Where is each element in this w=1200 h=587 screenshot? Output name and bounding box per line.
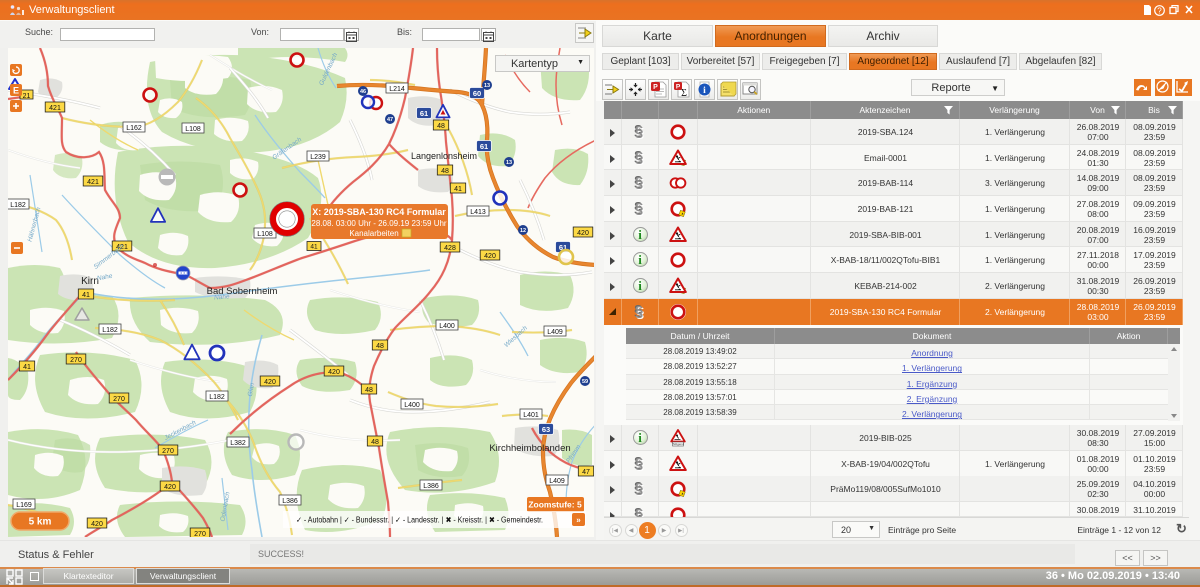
- svg-text:46: 46: [360, 89, 366, 95]
- svg-text:421: 421: [87, 179, 99, 186]
- svg-text:Simmerbach: Simmerbach: [93, 243, 126, 271]
- svg-text:L409: L409: [547, 329, 563, 336]
- svg-text:41: 41: [454, 186, 462, 193]
- svg-text:48: 48: [437, 123, 445, 130]
- svg-text:Tidtgend: Tidtgend: [672, 442, 684, 446]
- svg-text:L239: L239: [310, 154, 326, 161]
- svg-text:61: 61: [480, 142, 488, 151]
- svg-text:Kirchheimbolanden: Kirchheimbolanden: [489, 443, 570, 454]
- svg-text:420: 420: [577, 230, 589, 237]
- svg-text:420: 420: [164, 484, 176, 491]
- svg-text:61: 61: [420, 109, 428, 118]
- svg-text:L169: L169: [16, 502, 32, 509]
- svg-text:L386: L386: [423, 483, 439, 490]
- svg-text:Guldenbach: Guldenbach: [318, 52, 339, 87]
- svg-text:L400: L400: [404, 402, 420, 409]
- svg-text:?: ?: [1157, 7, 1162, 16]
- svg-text:420: 420: [264, 379, 276, 386]
- svg-text:41: 41: [82, 292, 90, 299]
- svg-text:270: 270: [113, 396, 125, 403]
- svg-text:L108: L108: [257, 231, 273, 238]
- svg-text:420: 420: [484, 253, 496, 260]
- svg-text:L401: L401: [523, 412, 539, 419]
- svg-text:47: 47: [582, 469, 590, 476]
- svg-text:Glan: Glan: [247, 382, 256, 397]
- svg-text:Nahe: Nahe: [96, 273, 113, 283]
- svg-text:»: »: [576, 516, 581, 525]
- svg-text:L182: L182: [10, 202, 26, 209]
- svg-text:28.08. 03:00 Uhr - 26.09.19 23: 28.08. 03:00 Uhr - 26.09.19 23:59 Uhr: [311, 219, 447, 228]
- svg-text:Nahe: Nahe: [214, 293, 230, 301]
- svg-text:Zoomstufe: 5: Zoomstufe: 5: [528, 500, 582, 510]
- svg-text:270: 270: [194, 531, 206, 537]
- svg-text:270: 270: [162, 448, 174, 455]
- svg-text:41: 41: [310, 243, 318, 250]
- svg-text:Hähnerbach: Hähnerbach: [27, 206, 43, 242]
- svg-text:5 km: 5 km: [29, 517, 52, 528]
- svg-text:L182: L182: [102, 327, 118, 334]
- svg-text:Gräfenbach: Gräfenbach: [271, 136, 303, 161]
- svg-text:48: 48: [365, 387, 373, 394]
- svg-text:Σ: Σ: [681, 88, 687, 99]
- svg-text:i: i: [703, 86, 706, 96]
- svg-text:L214: L214: [389, 86, 405, 93]
- svg-text:21: 21: [23, 93, 31, 100]
- svg-text:L413: L413: [470, 209, 486, 216]
- svg-text:L386: L386: [282, 498, 298, 505]
- svg-text:Langenlonsheim: Langenlonsheim: [411, 151, 477, 161]
- svg-text:48: 48: [441, 168, 449, 175]
- svg-text:L182: L182: [209, 394, 225, 401]
- svg-text:60: 60: [473, 89, 481, 98]
- svg-text:L108: L108: [185, 126, 201, 133]
- svg-text:L400: L400: [439, 323, 455, 330]
- svg-text:420: 420: [328, 369, 340, 376]
- svg-text:13: 13: [484, 83, 490, 89]
- svg-text:63: 63: [542, 425, 550, 434]
- svg-text:Jeckenbach: Jeckenbach: [162, 419, 197, 442]
- svg-text:421: 421: [49, 105, 61, 112]
- svg-text:Wiesbach: Wiesbach: [503, 324, 529, 349]
- svg-text:41: 41: [23, 364, 31, 371]
- svg-text:L162: L162: [126, 125, 142, 132]
- svg-text:270: 270: [70, 357, 82, 364]
- svg-text:Kanalarbeiten: Kanalarbeiten: [349, 229, 398, 238]
- svg-text:48: 48: [376, 343, 384, 350]
- svg-text:✓ - Autobahn | ✓ - Bundesstr.: ✓ - Autobahn | ✓ - Bundesstr. | ✓ - Land…: [296, 516, 543, 525]
- svg-text:L382: L382: [230, 440, 246, 447]
- svg-text:12: 12: [520, 228, 526, 234]
- svg-text:P: P: [676, 84, 681, 91]
- svg-text:X: 2019-SBA-130 RC4 Formular: X: 2019-SBA-130 RC4 Formular: [312, 207, 446, 217]
- svg-text:420: 420: [91, 521, 103, 528]
- svg-text:59: 59: [582, 379, 588, 385]
- svg-text:P: P: [653, 84, 658, 91]
- svg-text:428: 428: [444, 245, 456, 252]
- svg-text:L409: L409: [549, 478, 565, 485]
- svg-text:47: 47: [387, 117, 393, 123]
- svg-text:48: 48: [371, 439, 379, 446]
- svg-text:E: E: [13, 86, 19, 96]
- svg-text:Odenbach: Odenbach: [219, 491, 231, 522]
- svg-text:13: 13: [506, 160, 512, 166]
